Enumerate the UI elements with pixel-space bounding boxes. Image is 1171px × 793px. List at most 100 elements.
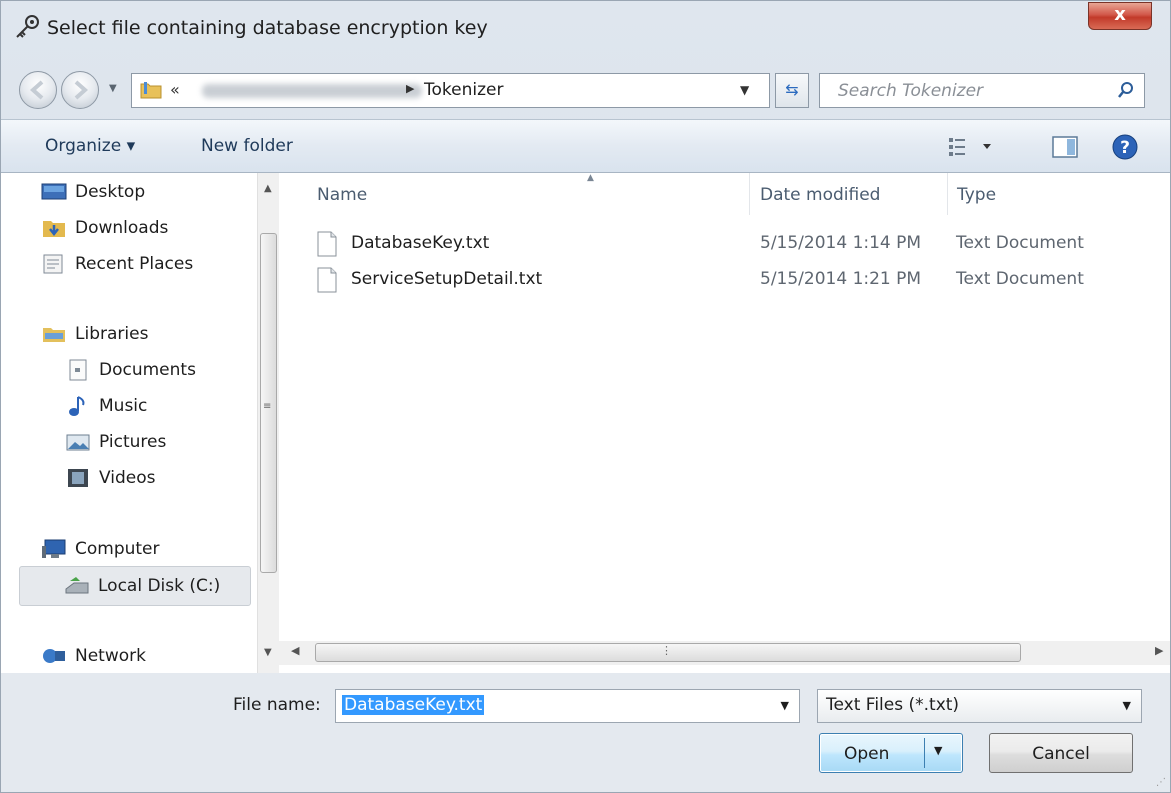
scrollbar-grip-icon: ≡ [263,401,272,412]
music-icon [69,396,85,416]
breadcrumb-arrow-icon[interactable]: ▶ [406,82,414,95]
dialog-footer: File name: DatabaseKey.txt ▼ Text Files … [1,673,1170,792]
nav-item-label: Recent Places [75,254,194,274]
file-type: Text Document [956,269,1084,289]
computer-icon [42,539,66,558]
search-input[interactable]: Search Tokenizer [838,81,983,101]
file-date-modified: 5/15/2014 1:21 PM [760,269,922,289]
column-header-date-modified[interactable]: Date modified [760,185,880,205]
recent-locations-icon[interactable]: ▼ [109,83,123,97]
address-row: ▼ « ▶ Tokenizer ▼ ⇆ Search Tokenizer [1,63,1170,119]
nav-item-documents[interactable]: Documents [65,355,196,385]
nav-item-recent-places[interactable]: Recent Places [41,249,193,279]
file-list-pane: Name ▲ Date modified Type DatabaseKey.tx… [287,173,1170,673]
local-disk-icon [65,577,89,594]
search-box[interactable]: Search Tokenizer [819,73,1145,108]
file-dialog-window: Select file containing database encrypti… [0,0,1171,793]
text-file-icon [317,267,337,293]
open-button[interactable]: Open ▼ [819,733,963,773]
pictures-icon [66,434,90,451]
refresh-button[interactable]: ⇆ [775,73,809,108]
nav-item-downloads[interactable]: Downloads [41,213,168,243]
nav-item-label: Documents [99,360,196,380]
scroll-left-icon[interactable]: ◀ [291,644,299,657]
key-icon [16,15,39,38]
file-list-horizontal-scrollbar[interactable]: ◀ ⋮ ▶ [279,641,1170,665]
resize-grip-icon[interactable]: ⋰ [1156,777,1166,788]
split-button-divider [924,738,925,768]
file-type-value: Text Files (*.txt) [826,695,960,715]
address-redacted-path [202,84,422,98]
file-name-combobox[interactable]: DatabaseKey.txt ▼ [335,689,800,723]
column-divider[interactable] [947,173,948,215]
nav-item-pictures[interactable]: Pictures [65,427,166,457]
open-button-label: Open [844,744,890,764]
forward-arrow-icon [74,80,89,100]
refresh-icon: ⇆ [785,80,799,99]
file-date-modified: 5/15/2014 1:14 PM [760,233,922,253]
preview-pane-icon[interactable] [1051,134,1079,160]
desktop-icon [41,183,67,200]
navigation-pane-scrollbar[interactable]: ▲ ≡ ▼ [257,173,279,673]
nav-item-local-disk[interactable]: Local Disk (C:) [19,566,251,606]
forward-button[interactable] [61,71,99,109]
file-name-label: File name: [233,695,321,715]
nav-item-label: Libraries [75,324,149,344]
file-name: ServiceSetupDetail.txt [351,269,543,289]
nav-item-label: Videos [99,468,156,488]
file-type-select[interactable]: Text Files (*.txt) ▼ [817,689,1142,723]
column-header-type[interactable]: Type [957,185,996,205]
cancel-button[interactable]: Cancel [989,733,1133,773]
recent-places-icon [43,254,63,274]
file-row[interactable]: DatabaseKey.txt 5/15/2014 1:14 PM Text D… [317,229,1147,259]
network-icon [43,649,65,663]
file-type: Text Document [956,233,1084,253]
title-bar: Select file containing database encrypti… [1,1,1170,63]
search-icon[interactable] [1116,80,1136,100]
nav-item-computer[interactable]: Computer [41,534,160,564]
chevron-down-icon[interactable]: ▼ [781,699,789,712]
address-dropdown-icon[interactable]: ▼ [740,83,749,97]
change-view-icon[interactable] [947,133,1001,161]
open-options-chevron-icon[interactable]: ▼ [934,744,942,757]
nav-item-label: Downloads [75,218,169,238]
scrollbar-grip-icon: ⋮ [661,644,672,657]
nav-item-label: Desktop [75,182,146,202]
breadcrumb-current-folder[interactable]: Tokenizer [424,80,503,100]
cancel-button-label: Cancel [1032,744,1090,764]
column-header-name[interactable]: Name [317,185,367,205]
new-folder-button[interactable]: New folder [201,136,293,156]
scroll-down-icon[interactable]: ▼ [264,647,272,658]
organize-menu-button[interactable]: Organize ▾ [45,136,135,156]
nav-item-label: Pictures [99,432,167,452]
libraries-icon [43,328,65,342]
back-arrow-icon [29,80,44,100]
back-button[interactable] [19,71,57,109]
nav-item-music[interactable]: Music [65,391,147,421]
documents-icon [69,359,87,381]
address-overflow-chevron[interactable]: « [170,80,180,99]
chevron-down-icon[interactable]: ▼ [1123,699,1131,712]
nav-item-libraries[interactable]: Libraries [41,319,148,349]
content-area: Desktop Downloads Recent Places Librarie… [1,173,1170,673]
videos-icon [68,469,88,487]
downloads-icon [43,221,65,237]
scroll-up-icon[interactable]: ▲ [264,183,272,194]
nav-item-desktop[interactable]: Desktop [41,177,145,207]
dialog-title: Select file containing database encrypti… [47,17,488,39]
nav-item-videos[interactable]: Videos [65,463,156,493]
scroll-right-icon[interactable]: ▶ [1155,644,1163,657]
folder-icon [140,82,162,99]
command-toolbar: Organize ▾ New folder ? [1,119,1170,173]
navigation-pane: Desktop Downloads Recent Places Librarie… [1,173,257,673]
address-bar[interactable]: « ▶ Tokenizer ▼ [131,73,770,108]
nav-item-label: Local Disk (C:) [98,576,221,596]
close-button[interactable]: x [1088,2,1152,30]
svg-text:?: ? [1120,138,1130,158]
help-icon[interactable]: ? [1111,133,1139,161]
column-divider[interactable] [749,173,750,215]
file-row[interactable]: ServiceSetupDetail.txt 5/15/2014 1:21 PM… [317,265,1147,295]
file-name-input[interactable]: DatabaseKey.txt [342,695,485,715]
sort-ascending-icon: ▲ [587,173,594,183]
nav-item-network[interactable]: Network [41,641,146,671]
